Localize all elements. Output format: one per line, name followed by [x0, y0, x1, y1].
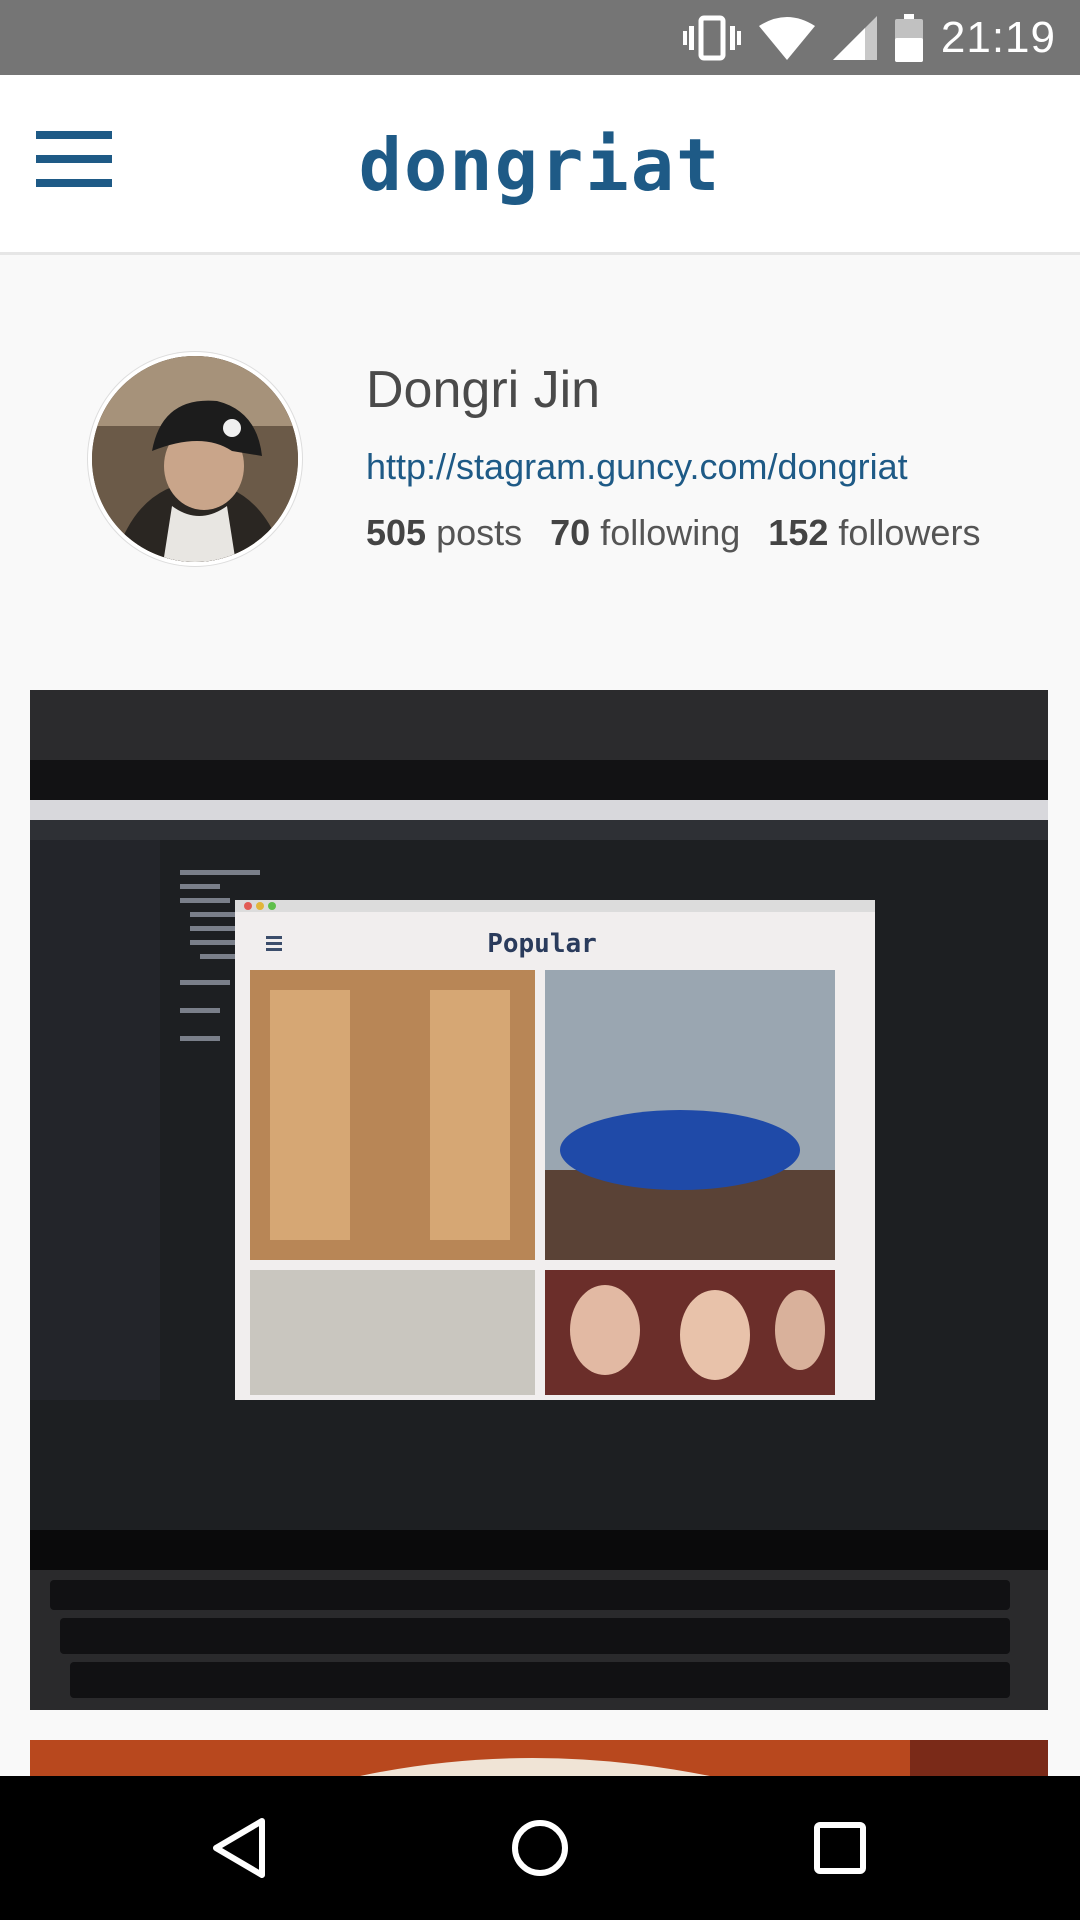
stat-followers[interactable]: 152 followers	[768, 512, 980, 554]
stat-following-label: following	[600, 512, 741, 553]
recents-icon[interactable]	[750, 1776, 930, 1920]
avatar[interactable]	[88, 352, 302, 566]
profile-stats: 505 posts 70 following 152 followers	[366, 512, 980, 554]
stat-following[interactable]: 70 following	[550, 512, 740, 554]
post-photo-preview	[30, 1740, 1048, 1776]
stat-posts[interactable]: 505 posts	[366, 512, 522, 554]
status-bar: 21:19	[0, 0, 1080, 75]
stat-posts-count: 505	[366, 512, 427, 553]
post-photo[interactable]: Popular	[30, 690, 1048, 1710]
stat-followers-label: followers	[838, 512, 981, 553]
stat-following-count: 70	[550, 512, 591, 553]
post-photo[interactable]	[30, 1740, 1048, 1776]
laptop-photo: Popular	[30, 690, 1048, 1710]
stat-posts-label: posts	[436, 512, 523, 553]
status-icons: 21:19	[682, 0, 1056, 75]
battery-icon	[894, 13, 923, 62]
vibrate-icon	[682, 15, 741, 60]
status-time: 21:19	[940, 12, 1056, 62]
stat-followers-count: 152	[768, 512, 829, 553]
profile-name: Dongri Jin	[366, 361, 601, 419]
back-icon[interactable]	[150, 1776, 330, 1920]
app-bar: dongriat	[0, 75, 1080, 255]
wifi-icon	[758, 16, 815, 60]
avatar-photo	[92, 356, 298, 562]
inner-app-title: Popular	[487, 929, 597, 959]
cell-signal-icon	[832, 15, 877, 60]
navigation-bar	[0, 1776, 1080, 1920]
home-icon[interactable]	[450, 1776, 630, 1920]
app-title: dongriat	[358, 123, 722, 207]
profile-url-link[interactable]: http://stagram.guncy.com/dongriat	[366, 446, 908, 488]
